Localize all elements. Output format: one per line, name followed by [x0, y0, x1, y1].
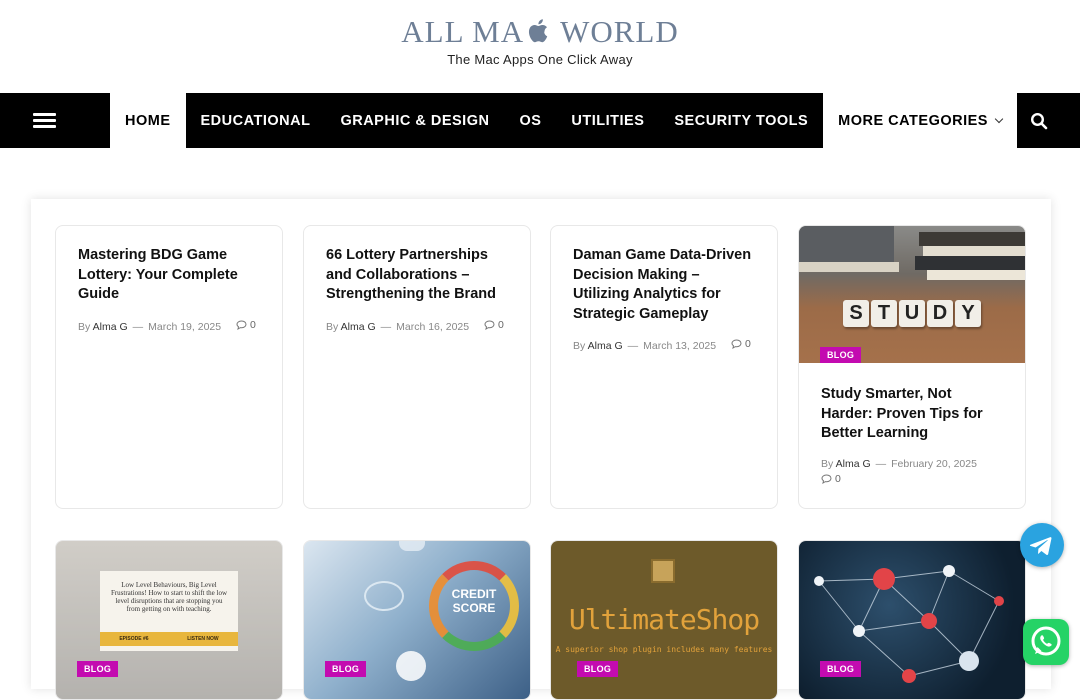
- main-nav: HOME EDUCATIONAL GRAPHIC & DESIGN OS UTI…: [0, 93, 1080, 148]
- post-meta: By Alma G — February 20, 2025 0: [821, 457, 977, 485]
- study-blocks: S T U D Y: [843, 300, 981, 327]
- post-date: March 16, 2025: [396, 320, 470, 333]
- post-card[interactable]: CREDIT SCORE BLOG: [303, 540, 531, 700]
- site-tagline: The Mac Apps One Click Away: [447, 52, 633, 67]
- comment-icon: [236, 319, 247, 330]
- comment-icon: [821, 473, 832, 484]
- post-title[interactable]: Mastering BDG Game Lottery: Your Complet…: [78, 246, 260, 305]
- telegram-icon: [1029, 537, 1052, 555]
- site-header: ALL MA WORLD The Mac Apps One Click Away: [0, 0, 1080, 93]
- post-card[interactable]: 66 Lottery Partnerships and Collaboratio…: [303, 225, 531, 509]
- post-thumbnail[interactable]: CREDIT SCORE BLOG: [304, 541, 530, 699]
- image-caption: Low Level Behaviours, Big Level Frustrat…: [110, 581, 228, 613]
- site-logo[interactable]: ALL MA WORLD: [0, 14, 1080, 50]
- nav-item-graphic-design[interactable]: GRAPHIC & DESIGN: [325, 93, 504, 148]
- post-author[interactable]: Alma G: [836, 458, 871, 470]
- nav-item-os[interactable]: OS: [504, 93, 556, 148]
- post-card[interactable]: S T U D Y BLOG Study Smarter, Not Harder…: [798, 225, 1026, 509]
- comment-icon: [731, 339, 742, 349]
- post-thumbnail[interactable]: S T U D Y BLOG: [799, 226, 1025, 363]
- post-thumbnail[interactable]: UltimateShop A superior shop plugin incl…: [551, 541, 777, 699]
- whatsapp-icon: [1031, 626, 1061, 656]
- telegram-button[interactable]: [1020, 523, 1064, 567]
- post-author[interactable]: Alma G: [588, 340, 623, 352]
- logo-text-right: WORLD: [560, 14, 679, 49]
- comments-link[interactable]: 0: [484, 319, 504, 331]
- comments-link[interactable]: 0: [821, 473, 841, 485]
- logo-text-left: ALL MA: [401, 14, 525, 49]
- search-icon[interactable]: [1030, 112, 1048, 130]
- post-title[interactable]: Daman Game Data-Driven Decision Making –…: [573, 246, 755, 324]
- post-card[interactable]: Low Level Behaviours, Big Level Frustrat…: [55, 540, 283, 700]
- post-thumbnail[interactable]: Low Level Behaviours, Big Level Frustrat…: [56, 541, 282, 699]
- post-date: March 19, 2025: [148, 320, 222, 333]
- nav-item-home[interactable]: HOME: [110, 93, 186, 148]
- posts-panel: Mastering BDG Game Lottery: Your Complet…: [31, 199, 1051, 700]
- post-date: February 20, 2025: [891, 457, 977, 470]
- nav-item-more-categories[interactable]: MORE CATEGORIES: [823, 93, 1017, 148]
- image-caption: UltimateShop: [568, 603, 760, 636]
- image-caption: CREDIT SCORE: [451, 587, 497, 615]
- whatsapp-button[interactable]: [1023, 619, 1069, 665]
- comments-link[interactable]: 0: [236, 319, 256, 331]
- post-date: March 13, 2025: [643, 340, 717, 352]
- post-title[interactable]: Study Smarter, Not Harder: Proven Tips f…: [821, 385, 1003, 444]
- nav-menu: HOME EDUCATIONAL GRAPHIC & DESIGN OS UTI…: [110, 93, 1017, 148]
- post-card[interactable]: BLOG: [798, 540, 1026, 700]
- apple-logo-icon: [529, 19, 548, 43]
- comment-icon: [484, 319, 495, 330]
- post-meta: By Alma G — March 16, 2025 0: [326, 318, 504, 333]
- post-thumbnail[interactable]: BLOG: [799, 541, 1025, 699]
- nav-item-utilities[interactable]: UTILITIES: [556, 93, 659, 148]
- post-author[interactable]: Alma G: [93, 321, 128, 333]
- post-title[interactable]: 66 Lottery Partnerships and Collaboratio…: [326, 246, 508, 305]
- comments-link[interactable]: 0: [731, 338, 751, 350]
- post-author[interactable]: Alma G: [341, 321, 376, 333]
- post-card[interactable]: Mastering BDG Game Lottery: Your Complet…: [55, 225, 283, 509]
- post-card[interactable]: UltimateShop A superior shop plugin incl…: [550, 540, 778, 700]
- hamburger-menu-icon[interactable]: [0, 93, 110, 148]
- post-meta: By Alma G — March 13, 2025 0: [573, 338, 751, 352]
- post-meta: By Alma G — March 19, 2025 0: [78, 318, 256, 333]
- nav-item-security-tools[interactable]: SECURITY TOOLS: [659, 93, 823, 148]
- nav-item-educational[interactable]: EDUCATIONAL: [186, 93, 326, 148]
- category-badge[interactable]: BLOG: [820, 347, 862, 363]
- post-card[interactable]: Daman Game Data-Driven Decision Making –…: [550, 225, 778, 509]
- chevron-down-icon: [994, 114, 1004, 123]
